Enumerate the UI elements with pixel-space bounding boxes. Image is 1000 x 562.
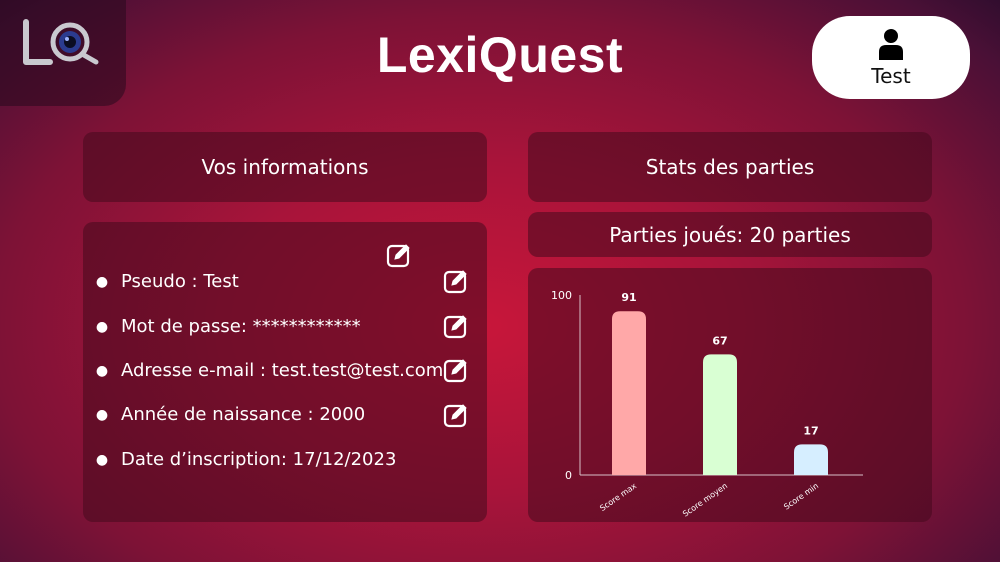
info-panel: ● Pseudo : Test ● Mot de passe: ********… bbox=[83, 222, 487, 522]
stats-header-panel: Stats des parties bbox=[528, 132, 932, 202]
x-tick-label: Score moyen bbox=[681, 481, 729, 518]
y-tick-label: 100 bbox=[551, 289, 572, 302]
bar-score-moyen bbox=[703, 354, 737, 475]
user-icon bbox=[879, 28, 903, 60]
bullet: ● bbox=[95, 406, 109, 423]
x-tick-label: Score max bbox=[598, 481, 638, 513]
edit-birth-year-icon[interactable] bbox=[443, 402, 469, 428]
score-chart: 0 100 91 Score max 67 Score moyen 17 Score min bbox=[551, 289, 863, 519]
edit-email-icon[interactable] bbox=[443, 357, 469, 383]
bullet: ● bbox=[95, 451, 109, 468]
stats-title: Stats des parties bbox=[645, 155, 815, 179]
data-label: 17 bbox=[803, 424, 818, 437]
info-item-label: Pseudo : Test bbox=[121, 271, 239, 292]
user-name: Test bbox=[871, 63, 911, 88]
bullet: ● bbox=[95, 318, 109, 335]
info-title: Vos informations bbox=[201, 155, 369, 179]
bullet: ● bbox=[95, 362, 109, 379]
user-profile-button[interactable]: Test bbox=[812, 16, 970, 99]
edit-pseudo-icon[interactable] bbox=[443, 268, 469, 294]
info-item-email: ● Adresse e-mail : test.test@test.com bbox=[93, 360, 443, 381]
info-item-label: Date d’inscription: 17/12/2023 bbox=[121, 449, 397, 470]
edit-all-icon[interactable] bbox=[386, 242, 412, 268]
info-header-panel: Vos informations bbox=[83, 132, 487, 202]
info-item-label: Année de naissance : 2000 bbox=[121, 404, 366, 425]
score-chart-panel: 0 100 91 Score max 67 Score moyen 17 Score min bbox=[528, 268, 932, 522]
info-item-birth-year: ● Année de naissance : 2000 bbox=[93, 404, 365, 425]
info-item-signup-date: ● Date d’inscription: 17/12/2023 bbox=[93, 449, 397, 470]
games-played-text: Parties joués: 20 parties bbox=[609, 222, 851, 247]
data-label: 67 bbox=[712, 334, 727, 347]
x-tick-label: Score min bbox=[782, 481, 820, 511]
bar-score-max bbox=[612, 311, 646, 475]
info-item-pseudo: ● Pseudo : Test bbox=[93, 271, 239, 292]
bullet: ● bbox=[95, 273, 109, 290]
bar-score-min bbox=[794, 444, 828, 475]
y-tick-label: 0 bbox=[565, 469, 572, 482]
info-item-label: Mot de passe: ************ bbox=[121, 316, 361, 337]
edit-password-icon[interactable] bbox=[443, 313, 469, 339]
info-item-password: ● Mot de passe: ************ bbox=[93, 316, 361, 337]
info-item-label: Adresse e-mail : test.test@test.com bbox=[121, 360, 444, 381]
games-played-panel: Parties joués: 20 parties bbox=[528, 212, 932, 257]
data-label: 91 bbox=[621, 291, 636, 304]
